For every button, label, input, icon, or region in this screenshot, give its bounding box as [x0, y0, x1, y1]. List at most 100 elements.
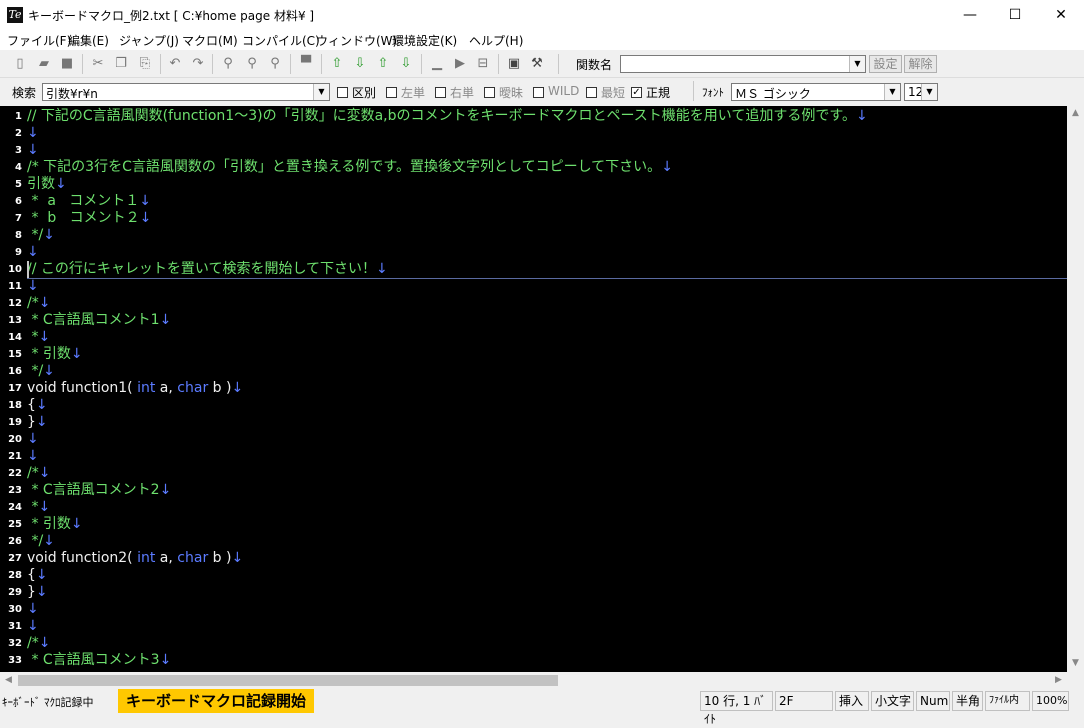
split-icon[interactable]: ⊟ — [474, 55, 492, 73]
jump-prev-icon[interactable]: ⇧ — [374, 55, 392, 73]
chevron-down-icon[interactable]: ▼ — [921, 84, 937, 100]
editor-line[interactable]: 7 * b コメント２↓ — [0, 210, 1067, 227]
chevron-down-icon[interactable]: ▼ — [313, 84, 329, 100]
editor-line[interactable]: 10 // この行にキャレットを置いて検索を開始して下さい！↓ — [0, 261, 1067, 278]
scroll-right-icon[interactable]: ▶ — [1050, 675, 1067, 685]
jump-down-icon[interactable]: ⇩ — [351, 55, 369, 73]
chevron-down-icon[interactable]: ▼ — [849, 56, 865, 72]
find-next-icon[interactable]: ⚲ — [243, 55, 261, 73]
menu-window[interactable]: ウィンドウ(W) — [316, 32, 397, 49]
jump-next-icon[interactable]: ⇩ — [397, 55, 415, 73]
copy-icon[interactable]: ❐ — [112, 55, 130, 73]
editor-line[interactable]: 33 * C言語風コメント3↓ — [0, 652, 1067, 669]
editor-line[interactable]: 29}↓ — [0, 584, 1067, 601]
new-file-icon[interactable]: ▯ — [11, 55, 29, 73]
editor-line[interactable]: 24 *↓ — [0, 499, 1067, 516]
menu-compile[interactable]: コンパイル(C) — [242, 32, 320, 49]
maximize-button[interactable]: ☐ — [992, 0, 1038, 30]
console-icon[interactable]: ▣ — [505, 55, 523, 73]
editor-line[interactable]: 1 // 下記のC言語風関数(function1～3)の「引数」に変数a,bのコメ… — [0, 108, 1067, 125]
editor-line[interactable]: 22 /*↓ — [0, 465, 1067, 482]
window-icon[interactable]: ▀ — [297, 55, 315, 73]
play-macro-icon[interactable]: ▶ — [451, 55, 469, 73]
editor-line[interactable]: 28 {↓ — [0, 567, 1067, 584]
close-button[interactable]: ✕ — [1038, 0, 1084, 30]
menu-file[interactable]: ファイル(F) — [7, 32, 71, 49]
replace-icon[interactable]: ⚲ — [266, 55, 284, 73]
editor-line[interactable]: 25 * 引数↓ — [0, 516, 1067, 533]
zoom-level[interactable]: 100% — [1032, 691, 1069, 711]
checkbox-2[interactable] — [386, 87, 397, 98]
release-button[interactable]: 解除 — [904, 55, 937, 73]
scroll-up-icon[interactable]: ▲ — [1067, 108, 1084, 118]
insert-mode[interactable]: 挿入 — [835, 691, 869, 711]
checkbox-3[interactable] — [435, 87, 446, 98]
editor-line[interactable]: 32 /*↓ — [0, 635, 1067, 652]
menu-macro[interactable]: マクロ(M) — [182, 32, 238, 49]
editor-line[interactable]: 30 ↓ — [0, 601, 1067, 618]
editor-line[interactable]: 19}↓ — [0, 414, 1067, 431]
editor-line[interactable]: 14 *↓ — [0, 329, 1067, 346]
paste-icon[interactable]: ⎘ — [136, 55, 154, 73]
editor-line[interactable]: 17 void function1( int a, char b )↓ — [0, 380, 1067, 397]
scroll-left-icon[interactable]: ◀ — [0, 675, 17, 685]
toolbar-separator — [693, 81, 694, 101]
num-lock: Num — [916, 691, 950, 711]
editor-line[interactable]: 4 /* 下記の3行をC言語風関数の「引数」と置き換える例です。置換後文字列として… — [0, 159, 1067, 176]
undo-icon[interactable]: ↶ — [166, 55, 184, 73]
editor-line[interactable]: 8 */↓ — [0, 227, 1067, 244]
checkbox-6[interactable] — [586, 87, 597, 98]
editor-line[interactable]: 6 * a コメント１↓ — [0, 193, 1067, 210]
vertical-scrollbar[interactable]: ▲ ▼ — [1067, 106, 1084, 672]
newline-marker: ↓ — [43, 533, 55, 549]
font-size-select[interactable]: 12 ▼ — [904, 83, 938, 101]
code-token: * 引数 — [27, 516, 71, 532]
open-folder-icon[interactable]: ▰ — [35, 55, 53, 73]
jump-up-icon[interactable]: ⇧ — [328, 55, 346, 73]
checkbox-5[interactable] — [533, 87, 544, 98]
editor-line[interactable]: 20 ↓ — [0, 431, 1067, 448]
redo-icon[interactable]: ↷ — [189, 55, 207, 73]
text-editor[interactable]: 1 // 下記のC言語風関数(function1～3)の「引数」に変数a,bのコメ… — [0, 106, 1067, 672]
cut-icon[interactable]: ✂ — [89, 55, 107, 73]
checkbox-4[interactable] — [484, 87, 495, 98]
function-name-combo[interactable]: ▼ — [620, 55, 866, 73]
menu-help[interactable]: ヘルプ(H) — [469, 32, 523, 49]
editor-line[interactable]: 15 * 引数↓ — [0, 346, 1067, 363]
editor-line[interactable]: 21 ↓ — [0, 448, 1067, 465]
editor-line[interactable]: 31 ↓ — [0, 618, 1067, 635]
checkbox-1[interactable] — [337, 87, 348, 98]
editor-line[interactable]: 26 */↓ — [0, 533, 1067, 550]
search-input[interactable]: 引数¥r¥n ▼ — [42, 83, 330, 101]
minimize-button[interactable]: — — [947, 0, 993, 30]
editor-line[interactable]: 16 */↓ — [0, 363, 1067, 380]
find-icon[interactable]: ⚲ — [219, 55, 237, 73]
editor-line[interactable]: 5 引数↓ — [0, 176, 1067, 193]
font-select[interactable]: ＭＳ ゴシック ▼ — [731, 83, 901, 101]
case-mode[interactable]: 小文字 — [871, 691, 914, 711]
editor-line[interactable]: 27 void function2( int a, char b )↓ — [0, 550, 1067, 567]
editor-line[interactable]: 2 ↓ — [0, 125, 1067, 142]
editor-line[interactable]: 13 * C言語風コメント1↓ — [0, 312, 1067, 329]
horizontal-scrollbar[interactable]: ◀ ▶ — [0, 672, 1067, 689]
width-mode[interactable]: 半角 — [952, 691, 983, 711]
chevron-down-icon[interactable]: ▼ — [884, 84, 900, 100]
editor-line[interactable]: 3 ↓ — [0, 142, 1067, 159]
record-macro-icon[interactable]: ▁ — [428, 55, 446, 73]
toolbar-separator — [82, 54, 83, 74]
menu-edit[interactable]: 編集(E) — [68, 32, 109, 49]
tool-icon[interactable]: ⚒ — [528, 55, 546, 73]
set-button[interactable]: 設定 — [869, 55, 902, 73]
editor-line[interactable]: 23 * C言語風コメント2↓ — [0, 482, 1067, 499]
menu-jump[interactable]: ジャンプ(J) — [119, 32, 179, 49]
editor-line[interactable]: 18 {↓ — [0, 397, 1067, 414]
checkbox-7[interactable]: ✓ — [631, 87, 642, 98]
horizontal-scroll-thumb[interactable] — [18, 675, 558, 686]
editor-line[interactable]: 9 ↓ — [0, 244, 1067, 261]
search-scope[interactable]: ﾌｧｲﾙ内 — [985, 691, 1030, 711]
editor-line[interactable]: 11 ↓ — [0, 278, 1067, 295]
editor-line[interactable]: 12 /*↓ — [0, 295, 1067, 312]
menu-settings[interactable]: 環境設定(K) — [392, 32, 457, 49]
save-icon[interactable]: ■ — [58, 55, 76, 73]
scroll-down-icon[interactable]: ▼ — [1067, 658, 1084, 668]
